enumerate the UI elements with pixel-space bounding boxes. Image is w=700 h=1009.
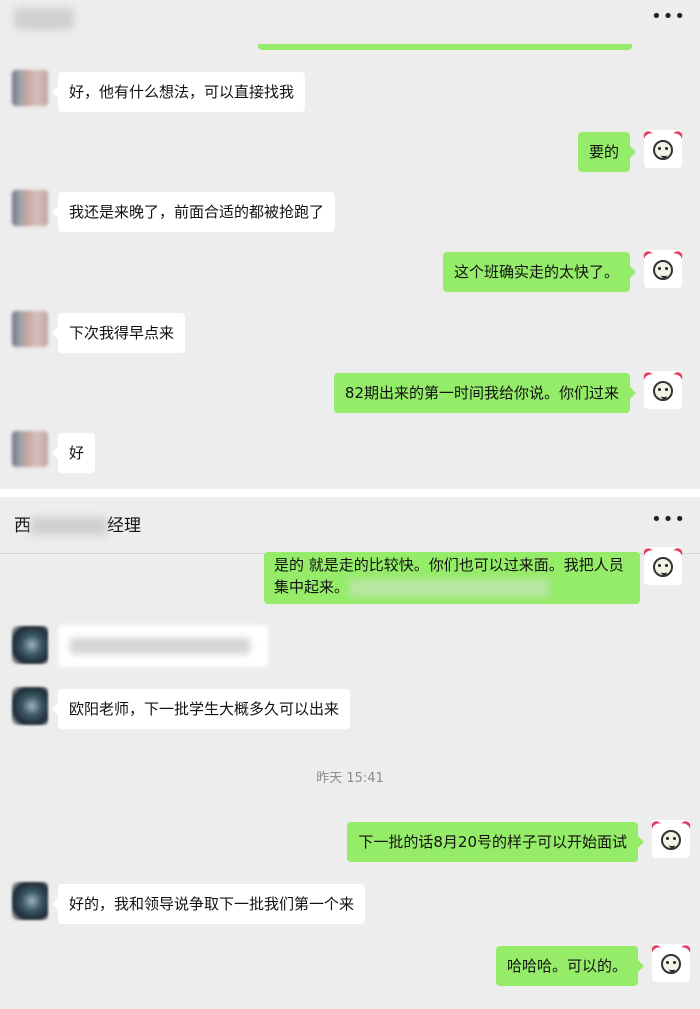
chat-panel-1: ••• 好，他有什么想法，可以直接找我 要的 我还是来晚了，前面合适的都被抢跑了… [0,0,700,489]
contact-avatar[interactable] [12,70,48,106]
cartoon-avatar-icon[interactable] [641,370,685,409]
cartoon-avatar-icon[interactable] [641,249,685,288]
cartoon-avatar-icon[interactable] [641,129,685,168]
message-bubble[interactable]: 82期出来的第一时间我给你说。你们过来 [333,373,637,413]
cartoon-avatar-icon[interactable] [649,943,693,982]
contact-avatar[interactable] [12,190,48,226]
message-bubble[interactable]: 下一批的话8月20号的样子可以开始面试 [347,822,644,862]
contact-avatar[interactable] [12,431,48,467]
contact-avatar[interactable] [12,882,48,920]
chat-header: ••• [0,0,700,50]
message-bubble[interactable]: 是的 就是走的比较快。你们也可以过来面。我把人员集中起来。 [264,552,640,604]
blurred-name-part [31,517,107,535]
message-bubble[interactable]: 欧阳老师，下一批学生大概多久可以出来 [51,689,351,729]
cartoon-avatar-icon[interactable] [649,819,693,858]
message-bubble[interactable]: 哈哈哈。可以的。 [495,946,645,986]
blurred-message-bubble [58,625,268,667]
message-bubble[interactable]: 我还是来晚了，前面合适的都被抢跑了 [51,192,336,232]
contact-avatar[interactable] [12,626,48,664]
cartoon-avatar-icon[interactable] [641,546,685,585]
blurred-text [349,578,550,597]
chat-panel-2: 西经理 ••• 是的 就是走的比较快。你们也可以过来面。我把人员集中起来。 欧阳… [0,497,700,1009]
message-bubble[interactable]: 这个班确实走的太快了。 [442,252,637,292]
contact-avatar[interactable] [12,311,48,347]
screenshot-divider [0,489,700,497]
message-bubble[interactable]: 下次我得早点来 [51,313,186,353]
message-bubble[interactable]: 要的 [577,132,637,172]
message-bubble[interactable]: 好，他有什么想法，可以直接找我 [51,72,306,112]
message-bubble[interactable]: 好 [51,433,96,473]
message-bubble[interactable]: 好的，我和领导说争取下一批我们第一个来 [51,884,366,924]
chat-header: 西经理 ••• [0,497,700,554]
more-icon[interactable]: ••• [651,509,686,530]
contact-avatar[interactable] [12,687,48,725]
more-icon[interactable]: ••• [651,6,686,27]
chat-title: 西经理 [14,516,141,536]
partial-message-bubble [258,44,632,50]
blurred-contact-name [14,8,74,30]
timestamp: 昨天 15:41 [316,771,384,786]
